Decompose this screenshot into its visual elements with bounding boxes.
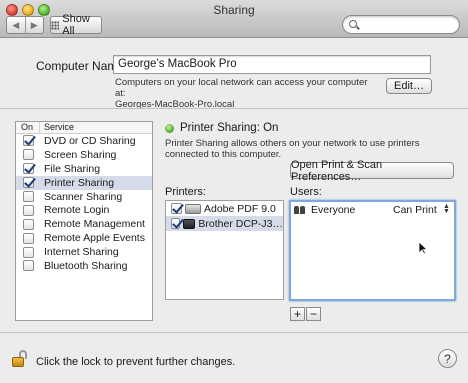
printer-row[interactable]: Adobe PDF 9.0	[166, 201, 283, 216]
group-icon	[294, 205, 307, 214]
service-row[interactable]: DVD or CD Sharing	[16, 134, 152, 148]
service-checkbox[interactable]	[22, 260, 34, 272]
lock-message: Click the lock to prevent further change…	[36, 356, 236, 368]
status-indicator-icon	[165, 124, 174, 133]
service-label: Remote Login	[44, 204, 110, 217]
grid-icon	[51, 20, 60, 30]
service-checkbox[interactable]	[22, 191, 34, 202]
printer-icon	[185, 203, 201, 214]
users-list: Everyone Can Print ▲ ▼	[289, 200, 456, 301]
service-row[interactable]: Remote Apple Events	[16, 231, 152, 245]
title-bar: Sharing ◀ ▶ Show All	[0, 0, 468, 38]
printer-checkbox[interactable]	[171, 203, 182, 214]
computer-address-help: Computers on your local network can acce…	[115, 77, 375, 110]
printer-name: Brother DCP-J3…	[198, 217, 283, 230]
printer-icon	[182, 218, 196, 229]
back-arrow-icon[interactable]: ◀	[7, 17, 25, 33]
service-description: Printer Sharing allows others on your ne…	[165, 138, 420, 160]
service-checkbox[interactable]	[22, 218, 34, 230]
back-forward-control: ◀ ▶	[6, 16, 44, 34]
column-header-on[interactable]: On	[16, 122, 40, 133]
service-checkbox[interactable]	[22, 232, 34, 244]
service-label: Printer Sharing	[44, 176, 115, 189]
search-input[interactable]	[342, 15, 460, 34]
search-icon	[349, 20, 357, 28]
printers-label: Printers:	[165, 186, 206, 198]
lock-icon[interactable]	[12, 350, 27, 368]
edit-button[interactable]: Edit…	[386, 78, 432, 94]
mouse-pointer-icon	[418, 241, 429, 258]
service-row[interactable]: Scanner Sharing	[16, 190, 152, 204]
service-label: Internet Sharing	[44, 246, 119, 259]
service-checkbox[interactable]	[22, 163, 34, 175]
service-row[interactable]: Printer Sharing	[16, 175, 152, 190]
show-all-label: Show All	[62, 13, 90, 37]
printer-name: Adobe PDF 9.0	[204, 202, 276, 215]
service-label: Remote Apple Events	[44, 232, 145, 245]
service-row[interactable]: Remote Management	[16, 217, 152, 231]
printer-row[interactable]: Brother DCP-J3…	[166, 216, 283, 231]
add-user-button[interactable]: +	[290, 307, 305, 321]
service-row[interactable]: Screen Sharing	[16, 148, 152, 162]
printer-checkbox[interactable]	[171, 218, 180, 229]
remove-user-button[interactable]: −	[306, 307, 321, 321]
divider	[0, 332, 468, 333]
divider	[0, 108, 468, 109]
user-name: Everyone	[311, 203, 356, 216]
open-print-scan-preferences-button[interactable]: Open Print & Scan Preferences…	[290, 159, 454, 183]
users-label: Users:	[290, 186, 322, 198]
service-checkbox[interactable]	[22, 177, 34, 189]
permission-popup[interactable]: Can Print	[393, 204, 437, 216]
show-all-button[interactable]: Show All	[50, 13, 102, 37]
help-button[interactable]: ?	[438, 349, 457, 368]
service-status: Printer Sharing: On	[180, 122, 279, 134]
service-label: Scanner Sharing	[44, 190, 123, 203]
service-list-header: On Service	[16, 122, 152, 134]
printers-list: Adobe PDF 9.0 Brother DCP-J3…	[165, 200, 284, 300]
service-checkbox[interactable]	[22, 135, 34, 147]
column-header-service[interactable]: Service	[40, 122, 74, 133]
service-row[interactable]: Bluetooth Sharing	[16, 259, 152, 273]
service-checkbox[interactable]	[22, 204, 34, 216]
service-row[interactable]: Internet Sharing	[16, 245, 152, 259]
service-list: On Service DVD or CD Sharing Screen Shari…	[15, 121, 153, 321]
service-label: File Sharing	[44, 162, 101, 175]
computer-address-help-text: Computers on your local network can acce…	[115, 77, 368, 99]
sharing-window: Sharing ◀ ▶ Show All Computer Name: Geor…	[0, 0, 468, 383]
service-label: Screen Sharing	[44, 148, 117, 161]
forward-arrow-icon[interactable]: ▶	[24, 17, 44, 33]
service-checkbox[interactable]	[22, 246, 34, 258]
up-down-arrows-icon[interactable]: ▲ ▼	[443, 203, 450, 215]
user-row[interactable]: Everyone Can Print ▲ ▼	[291, 202, 454, 217]
service-row[interactable]: Remote Login	[16, 203, 152, 217]
service-label: DVD or CD Sharing	[44, 134, 136, 147]
service-checkbox[interactable]	[22, 149, 34, 161]
computer-name-field[interactable]: George’s MacBook Pro	[113, 55, 431, 74]
service-row[interactable]: File Sharing	[16, 162, 152, 176]
service-label: Bluetooth Sharing	[44, 259, 128, 272]
service-label: Remote Management	[44, 218, 145, 231]
